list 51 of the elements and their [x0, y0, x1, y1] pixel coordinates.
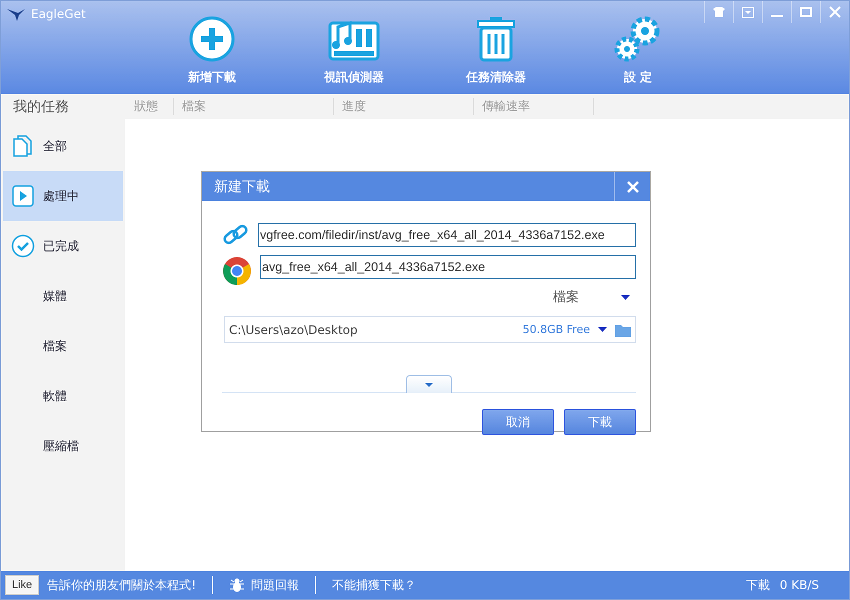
free-space: 50.8GB Free	[522, 323, 590, 336]
close-icon	[829, 6, 841, 18]
trash-icon	[474, 15, 518, 63]
shirt-icon	[713, 7, 725, 17]
dialog-title: 新建下載	[214, 178, 270, 196]
caret-icon	[425, 382, 433, 386]
filename-field[interactable]: avg_free_x64_all_2014_4336a7152.exe	[260, 255, 636, 279]
link-icon	[222, 223, 250, 247]
dialog-button[interactable]: 取消	[482, 409, 554, 435]
share-link[interactable]: 告訴你的朋友們關於本程式!	[47, 576, 196, 594]
report-link[interactable]: 問題回報	[229, 576, 299, 594]
dropdown-icon	[742, 6, 754, 18]
sidebar-item[interactable]: 全部	[3, 121, 123, 171]
toolbar-button[interactable]: 新增下載	[167, 15, 257, 94]
sidebar-title: 我的任務	[12, 98, 70, 116]
save-path-field[interactable]: C:\Users\azo\Desktop 50.8GB Free	[224, 316, 636, 343]
close-icon	[626, 180, 638, 192]
toolbar-button[interactable]: 任務清除器	[451, 15, 541, 94]
category-dropdown[interactable]: 檔案	[553, 288, 630, 306]
toolbar-button[interactable]: 設 定	[593, 15, 683, 94]
column-header[interactable]: 進度	[334, 98, 474, 115]
play-icon	[11, 184, 35, 208]
browser-icon	[222, 256, 252, 286]
expand-button[interactable]	[406, 375, 452, 393]
bird-logo-icon	[7, 8, 25, 22]
minimize-icon	[771, 15, 783, 17]
column-header[interactable]: 檔案	[174, 98, 334, 115]
url-field[interactable]: vgfree.com/filedir/inst/avg_free_x64_all_2014_4336a7152.exe	[258, 223, 636, 247]
dialog-button[interactable]: 下載	[564, 409, 636, 435]
caret-icon[interactable]	[598, 327, 607, 332]
sidebar-item[interactable]: 媒體	[3, 271, 123, 321]
sidebar-item[interactable]: 軟體	[3, 371, 123, 421]
sidebar-item[interactable]: 處理中	[3, 171, 123, 221]
help-link[interactable]: 不能捕獲下載？	[332, 576, 416, 594]
column-header[interactable]: 狀態	[126, 98, 174, 115]
folder-icon[interactable]	[615, 322, 631, 336]
sidebar-item[interactable]: 壓縮檔	[3, 421, 123, 471]
plus-icon	[188, 15, 236, 63]
maximize-icon	[800, 7, 812, 17]
sidebar-item[interactable]: 檔案	[3, 321, 123, 371]
download-speed: 0 KB/S	[780, 578, 819, 592]
bug-icon	[229, 577, 245, 593]
like-button[interactable]: Like	[5, 575, 40, 595]
window-title: EagleGet	[31, 7, 86, 21]
sidebar-item[interactable]: 已完成	[3, 221, 123, 271]
toolbar-button[interactable]: 視訊偵測器	[309, 15, 399, 94]
documents-icon	[11, 134, 35, 158]
download-speed-label: 下載	[746, 576, 770, 594]
caret-icon	[621, 294, 630, 300]
column-header[interactable]: 傳輸速率	[474, 98, 594, 115]
check-icon	[11, 234, 35, 258]
